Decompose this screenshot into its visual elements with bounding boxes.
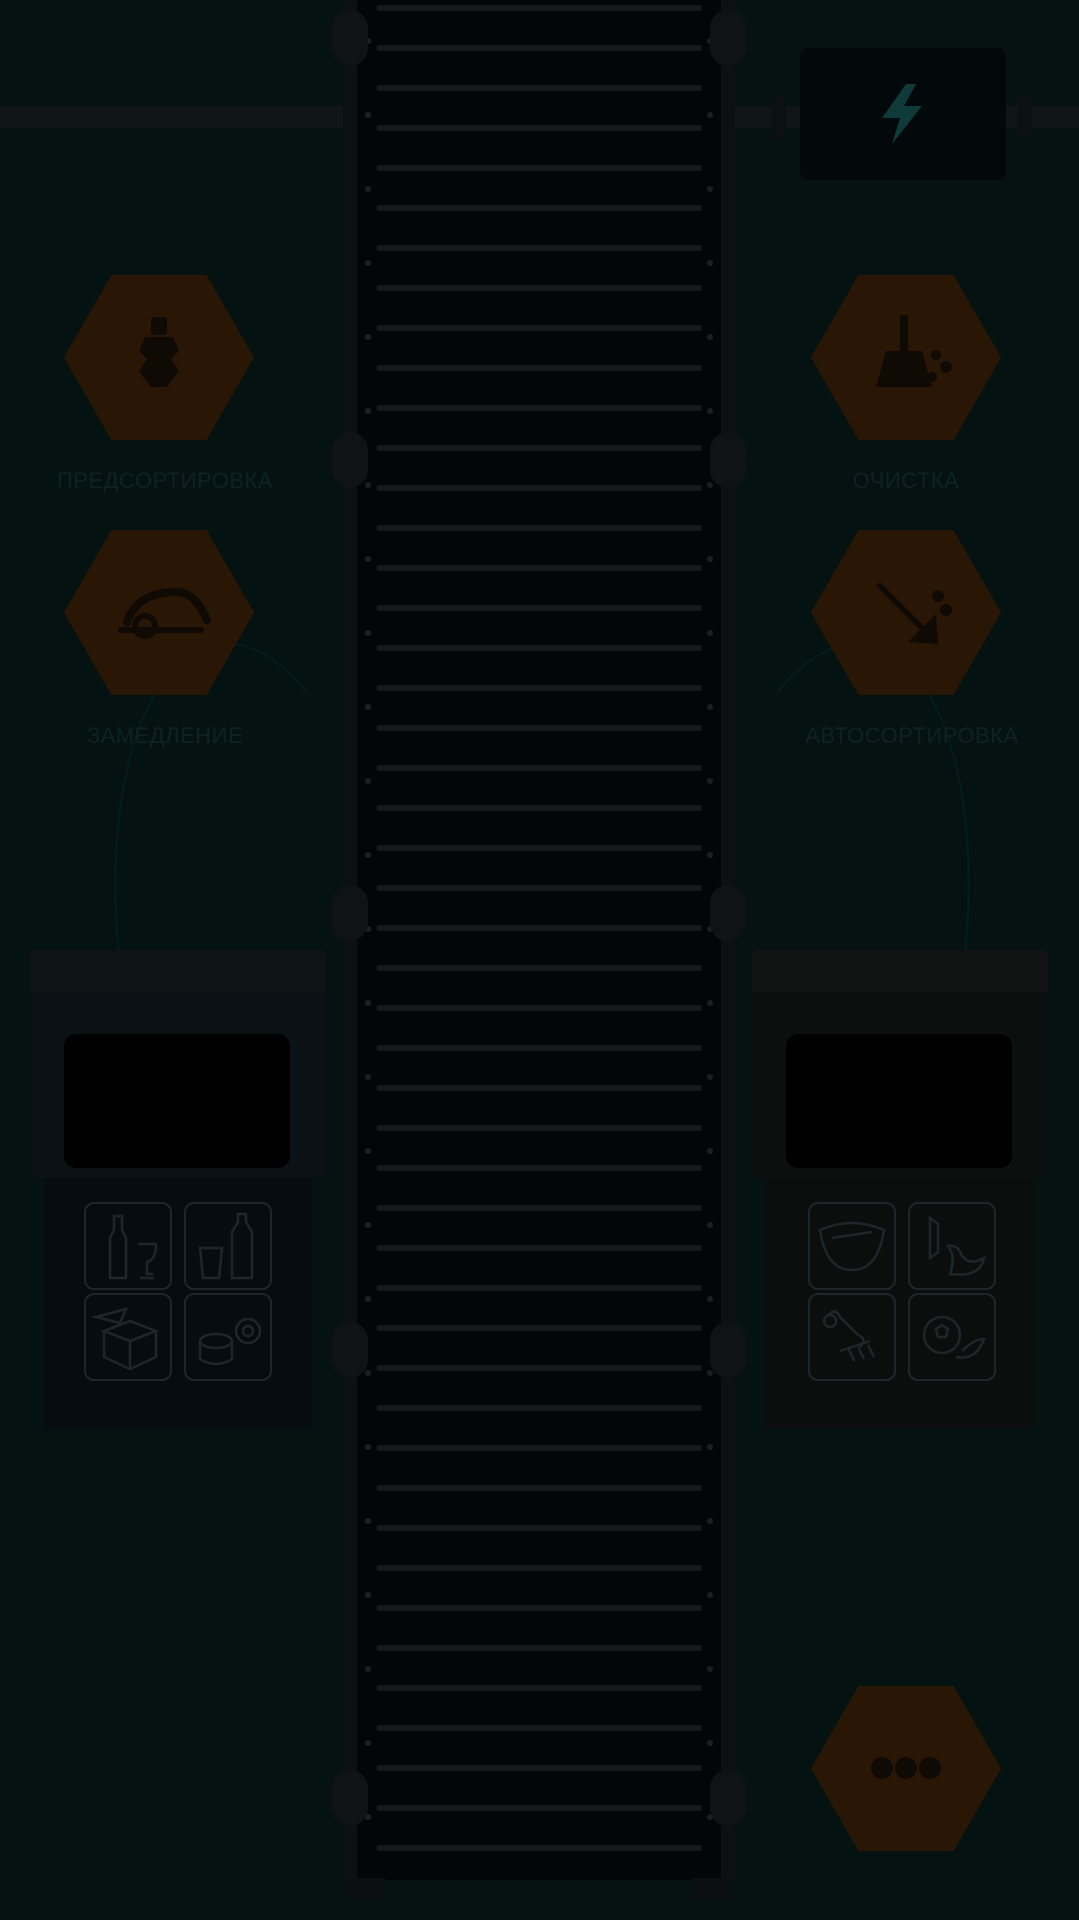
belt-slat xyxy=(377,1645,702,1651)
belt-slat xyxy=(377,885,702,891)
food-waste-icon xyxy=(908,1202,996,1290)
belt-slat xyxy=(377,685,702,691)
belt-slat xyxy=(377,605,702,611)
belt-slat xyxy=(377,1445,702,1451)
pipe-clamp xyxy=(1018,94,1032,140)
belt-slat xyxy=(377,1845,702,1851)
clean-label: ОЧИСТКА xyxy=(852,468,960,493)
clean-button[interactable] xyxy=(811,275,1001,440)
belt-slat xyxy=(377,5,702,11)
belt-slat xyxy=(377,1605,702,1611)
belt-slat xyxy=(377,285,702,291)
belt-slat xyxy=(377,165,702,171)
belt-slat xyxy=(377,645,702,651)
belt-foot xyxy=(693,1878,731,1900)
belt-slat xyxy=(377,1245,702,1251)
autosort-label: АВТОСОРТИРОВКА xyxy=(805,723,1019,748)
belt-slat xyxy=(377,1405,702,1411)
belt-slat xyxy=(377,1805,702,1811)
belt-slat xyxy=(377,1325,702,1331)
belt-slat xyxy=(377,725,702,731)
belt-slat xyxy=(377,1125,702,1131)
belt-slat xyxy=(377,325,702,331)
bin-lid xyxy=(752,950,1048,992)
belt-slat xyxy=(377,1005,702,1011)
bin-lid xyxy=(30,950,326,992)
belt-slat xyxy=(377,1765,702,1771)
belt-slat xyxy=(377,125,702,131)
slow-label: ЗАМЕДЛЕНИЕ xyxy=(86,723,244,748)
belt-slat xyxy=(377,565,702,571)
belt-slat xyxy=(377,445,702,451)
bone-icon xyxy=(808,1293,896,1381)
bin-screen xyxy=(786,1034,1012,1168)
belt-slat xyxy=(377,965,702,971)
belt-slat xyxy=(377,1565,702,1571)
belt-slat xyxy=(377,525,702,531)
diaper-icon xyxy=(808,1202,896,1290)
belt-foot xyxy=(348,1878,386,1900)
belt-slat xyxy=(377,485,702,491)
presort-label: ПРЕДСОРТИРОВКА xyxy=(57,468,273,493)
belt-slat xyxy=(377,925,702,931)
paper-box-icon xyxy=(84,1293,172,1381)
presort-button[interactable] xyxy=(64,275,254,440)
belt-slat xyxy=(377,1285,702,1291)
belt-slat xyxy=(377,85,702,91)
more-dots-icon xyxy=(871,1757,941,1779)
belt-slat xyxy=(377,245,702,251)
belt-slat xyxy=(377,1045,702,1051)
organic-bin-right[interactable] xyxy=(752,950,1048,1440)
belt-slat xyxy=(377,405,702,411)
bottle-stack-icon xyxy=(139,317,179,387)
snail-icon xyxy=(118,587,211,639)
belt-slat xyxy=(377,1085,702,1091)
bin-screen xyxy=(64,1034,290,1168)
belt-slat xyxy=(377,1205,702,1211)
bin-body xyxy=(766,1178,1034,1428)
belt-slat xyxy=(377,1725,702,1731)
pipe-clamp xyxy=(772,94,786,140)
belt-slat xyxy=(377,45,702,51)
bin-body xyxy=(44,1178,312,1428)
belt-slat xyxy=(377,765,702,771)
belt-slat xyxy=(377,1525,702,1531)
plastic-bottle-icon xyxy=(184,1202,272,1290)
glass-bottle-icon xyxy=(84,1202,172,1290)
lightning-icon xyxy=(882,84,922,144)
broom-icon xyxy=(876,315,952,387)
belt-slat xyxy=(377,805,702,811)
metal-can-icon xyxy=(184,1293,272,1381)
belt-slat xyxy=(377,845,702,851)
conveyor-belt[interactable] xyxy=(357,0,722,1880)
sort-arrow-icon xyxy=(876,582,952,644)
organic-icon xyxy=(908,1293,996,1381)
belt-slat xyxy=(377,1365,702,1371)
more-button[interactable] xyxy=(811,1686,1001,1851)
belt-slat xyxy=(377,365,702,371)
belt-slat xyxy=(377,1485,702,1491)
belt-slat xyxy=(377,1685,702,1691)
recycling-bin-left[interactable] xyxy=(30,950,326,1440)
belt-slat xyxy=(377,1165,702,1171)
belt-slat xyxy=(377,205,702,211)
